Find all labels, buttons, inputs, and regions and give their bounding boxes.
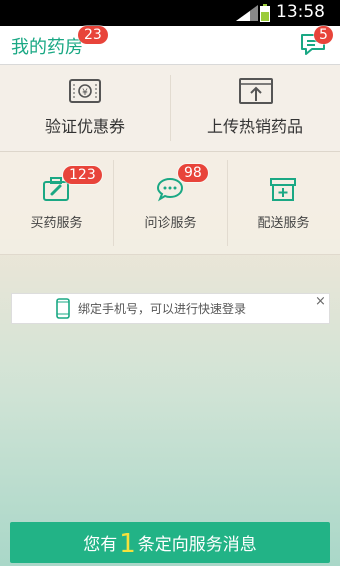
buy-medicine-label: 买药服务 bbox=[30, 216, 83, 231]
consultation-label: 问诊服务 bbox=[144, 216, 197, 231]
delivery-service[interactable]: 配送服务 bbox=[227, 152, 340, 254]
top-actions: ¥ 验证优惠券 上传热销药品 bbox=[0, 65, 340, 152]
delivery-label: 配送服务 bbox=[257, 216, 310, 231]
bind-phone-banner[interactable]: 绑定手机号，可以进行快速登录 × bbox=[11, 293, 330, 324]
signal-icon bbox=[236, 5, 258, 21]
status-time: 13:58 bbox=[276, 2, 325, 22]
mobile-phone-icon bbox=[56, 298, 70, 319]
status-bar: 13:58 bbox=[0, 0, 340, 26]
app-header: 我的药房 23 5 bbox=[0, 26, 340, 65]
coupon-icon: ¥ bbox=[69, 79, 101, 103]
delivery-box-icon bbox=[270, 178, 296, 201]
message-count: 1 bbox=[119, 529, 136, 559]
bind-phone-text: 绑定手机号，可以进行快速登录 bbox=[78, 302, 247, 316]
title-count-badge: 23 bbox=[78, 26, 108, 44]
message-suffix: 条定向服务消息 bbox=[137, 535, 257, 555]
svg-text:¥: ¥ bbox=[82, 88, 88, 98]
upload-hot-drugs-button[interactable]: 上传热销药品 bbox=[170, 65, 340, 151]
upload-icon bbox=[239, 78, 273, 104]
consultation-service[interactable]: 98 问诊服务 bbox=[114, 152, 227, 254]
message-prefix: 您有 bbox=[83, 535, 118, 555]
message-count-badge: 5 bbox=[314, 26, 333, 44]
upload-hot-drugs-label: 上传热销药品 bbox=[206, 117, 303, 136]
service-message-button[interactable]: 您有1 条定向服务消息 bbox=[10, 522, 330, 563]
close-icon[interactable]: × bbox=[315, 294, 326, 309]
page-title: 我的药房 bbox=[11, 37, 83, 58]
consultation-badge: 98 bbox=[178, 164, 208, 182]
buy-medicine-service[interactable]: 123 买药服务 bbox=[0, 152, 113, 254]
battery-icon bbox=[260, 4, 270, 22]
buy-medicine-badge: 123 bbox=[63, 166, 102, 184]
verify-coupon-label: 验证优惠券 bbox=[44, 117, 125, 136]
services-section: 123 买药服务 98 问诊服务 配送服务 bbox=[0, 152, 340, 255]
verify-coupon-button[interactable]: ¥ 验证优惠券 bbox=[0, 65, 170, 151]
chat-bubble-icon bbox=[156, 177, 184, 202]
